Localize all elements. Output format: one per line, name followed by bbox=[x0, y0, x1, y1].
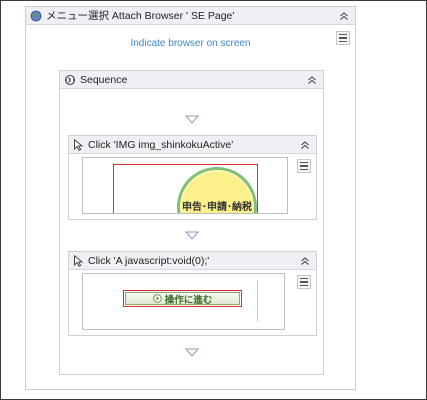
attach-browser-title: メニュー選択 Attach Browser ' SE Page' bbox=[46, 10, 235, 22]
preview-divider bbox=[257, 280, 258, 322]
proceed-button-image: 操作に進む bbox=[123, 290, 242, 307]
badge-label: 申告･申請･納税 bbox=[182, 202, 252, 213]
click-activity[interactable]: Click 'IMG img_shinkokuActive' 申告･申請･納税 bbox=[68, 135, 317, 220]
click-activity-title: Click 'A javascript:void(0);' bbox=[88, 254, 210, 267]
collapse-icon[interactable] bbox=[299, 139, 311, 151]
click-activity-title: Click 'IMG img_shinkokuActive' bbox=[88, 138, 234, 151]
options-menu-button[interactable] bbox=[297, 275, 311, 289]
element-screenshot-preview: 操作に進む bbox=[82, 273, 285, 330]
indicate-browser-link[interactable]: Indicate browser on screen bbox=[26, 38, 355, 49]
globe-icon bbox=[30, 10, 42, 22]
attach-browser-activity[interactable]: メニュー選択 Attach Browser ' SE Page' Indicat… bbox=[25, 6, 356, 390]
sequence-icon bbox=[64, 74, 76, 86]
sequence-header[interactable]: Sequence bbox=[60, 71, 323, 89]
collapse-icon[interactable] bbox=[299, 255, 311, 267]
click-activity-header[interactable]: Click 'IMG img_shinkokuActive' bbox=[69, 136, 316, 154]
element-screenshot-preview: 申告･申請･納税 bbox=[82, 157, 288, 214]
click-activity-header[interactable]: Click 'A javascript:void(0);' bbox=[69, 252, 316, 270]
collapse-icon[interactable] bbox=[306, 74, 318, 86]
sequence-title: Sequence bbox=[80, 73, 128, 86]
options-menu-button[interactable] bbox=[297, 159, 311, 173]
click-activity[interactable]: Click 'A javascript:void(0);' 操作に進む bbox=[68, 251, 317, 336]
collapse-icon[interactable] bbox=[338, 10, 350, 22]
play-circle-icon bbox=[152, 294, 162, 303]
proceed-button-label: 操作に進む bbox=[164, 294, 213, 306]
sequence-container[interactable]: Sequence Click 'IMG img_shinkokuActive' bbox=[59, 70, 324, 375]
attach-browser-header[interactable]: メニュー選択 Attach Browser ' SE Page' bbox=[26, 7, 355, 25]
cursor-icon bbox=[73, 254, 84, 267]
cursor-icon bbox=[73, 138, 84, 151]
